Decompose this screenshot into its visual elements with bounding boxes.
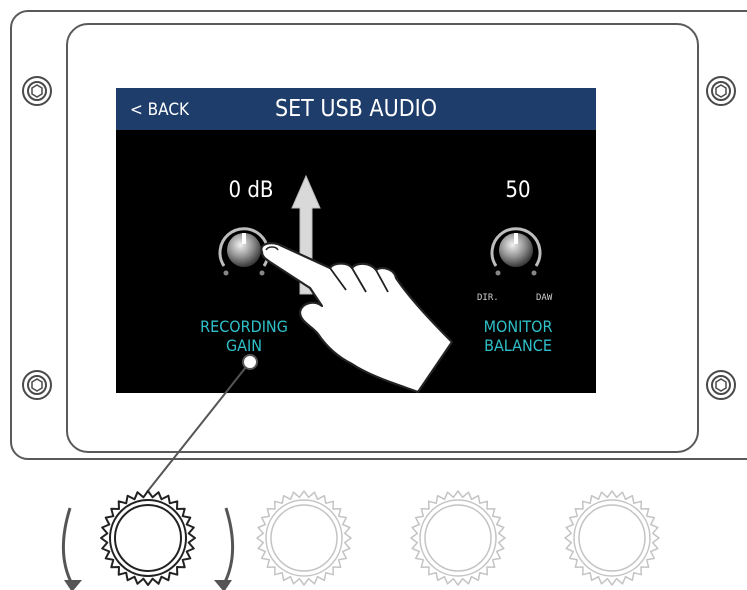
encoder-knob-icon[interactable] (256, 490, 352, 586)
encoder-knob-icon[interactable] (100, 490, 196, 586)
encoder-knob-icon[interactable] (564, 490, 660, 586)
encoder-row (100, 490, 660, 586)
encoder-knob-icon[interactable] (410, 490, 506, 586)
